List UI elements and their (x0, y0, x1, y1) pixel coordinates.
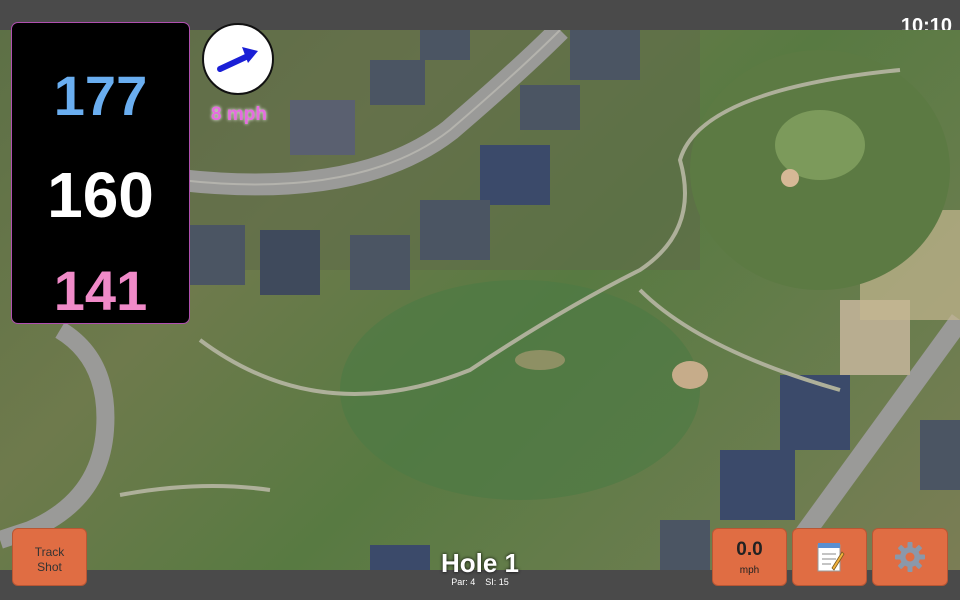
speed-unit: mph (739, 565, 760, 576)
si-label: SI: 15 (485, 577, 509, 587)
middle-distance: 160 (47, 159, 154, 231)
settings-button[interactable] (872, 528, 948, 586)
speed-button[interactable]: 0.0 mph (712, 528, 787, 586)
wind-indicator (202, 23, 274, 95)
distance-panel: 177 160 141 (11, 22, 190, 324)
gear-icon (895, 542, 925, 572)
track-shot-button[interactable]: Track Shot (12, 528, 87, 586)
scorecard-button[interactable] (792, 528, 867, 586)
front-distance: 141 (53, 259, 148, 322)
wind-direction-arrow-icon (217, 47, 258, 72)
track-shot-label-1: Track (34, 545, 65, 559)
hole-subtitle: Par: 4 SI: 15 (380, 577, 580, 587)
notepad-icon (817, 543, 845, 572)
track-shot-label-2: Shot (37, 560, 62, 574)
hole-title: Hole 1 (440, 548, 520, 578)
back-distance: 177 (53, 64, 148, 127)
speed-value: 0.0 (736, 539, 763, 560)
par-label: Par: 4 (451, 577, 476, 587)
wind-speed: 8 mph (211, 104, 267, 125)
